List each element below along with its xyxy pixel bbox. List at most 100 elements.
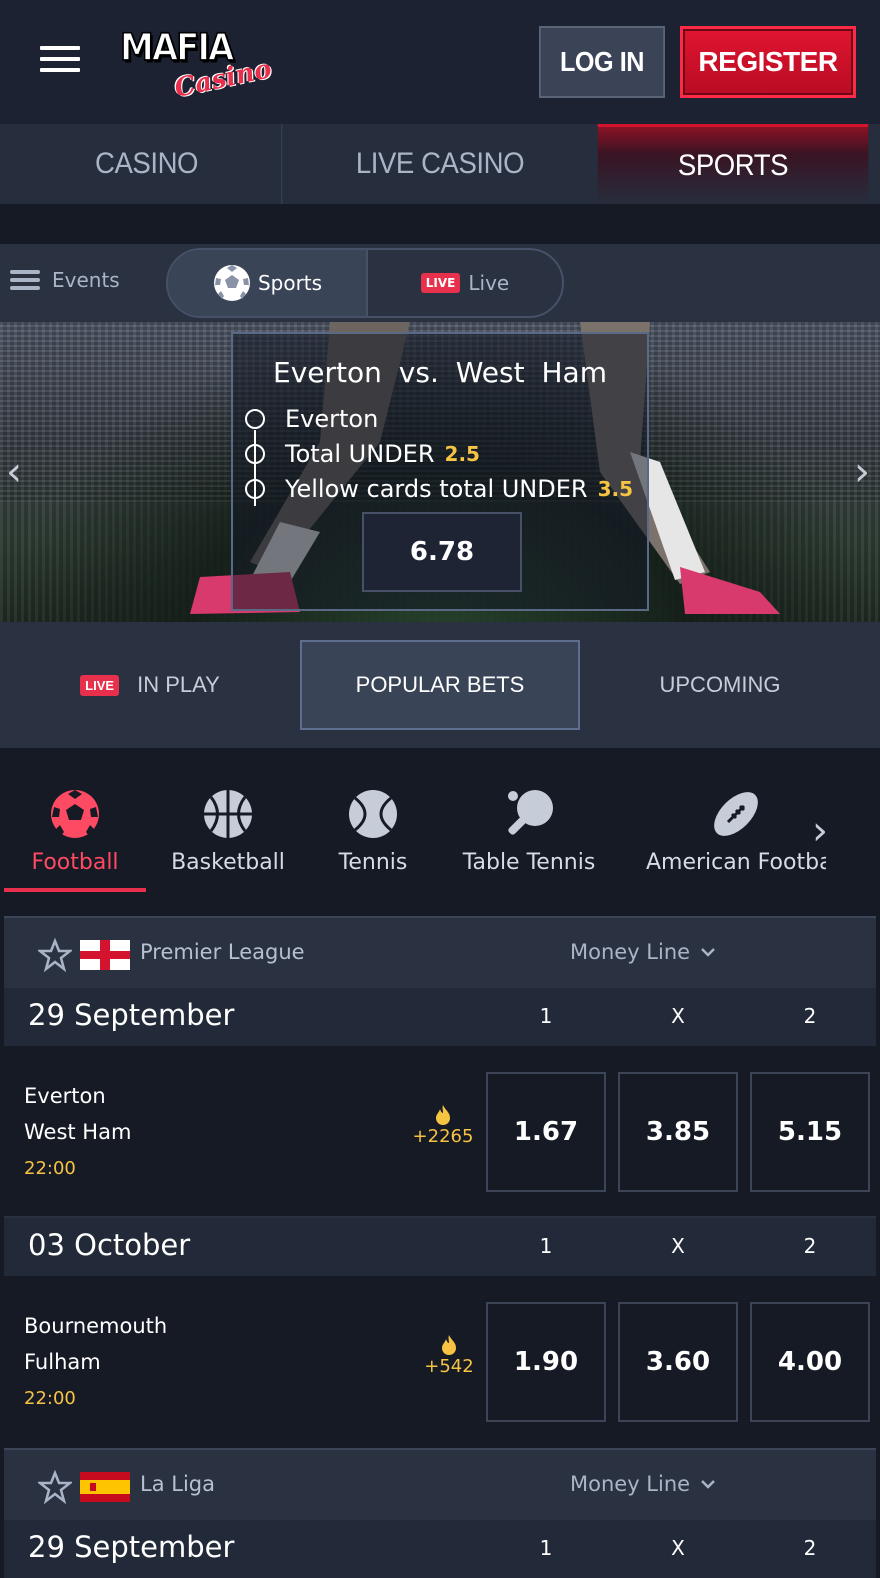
chevron-left-icon[interactable]: ‹	[6, 452, 22, 492]
star-icon[interactable]	[38, 1470, 72, 1504]
market-select[interactable]: Money Line	[570, 940, 716, 964]
sport-selector: Football Basketball Tennis Table Tennis …	[0, 748, 880, 916]
main-nav: CASINO LIVE CASINO SPORTS	[0, 124, 880, 204]
sport-american-football[interactable]: American Football	[646, 748, 826, 888]
in-play-label: IN PLAY	[137, 672, 220, 697]
bullet-icon	[245, 479, 265, 499]
sport-label: Tennis	[338, 850, 408, 875]
fire-icon	[442, 1335, 456, 1355]
sport-label: Basketball	[171, 850, 285, 875]
chevron-right-icon[interactable]: ›	[854, 452, 870, 492]
sport-football[interactable]: Football	[4, 748, 146, 892]
tab-sports[interactable]: SPORTS	[597, 124, 869, 204]
col-home: 1	[539, 1004, 553, 1028]
menu-icon[interactable]	[40, 46, 80, 78]
sport-table-tennis[interactable]: Table Tennis	[450, 748, 608, 888]
col-draw: X	[671, 1234, 685, 1258]
date-header: 29 September 1 X 2	[4, 988, 876, 1046]
selection-value: 2.5	[444, 442, 480, 466]
star-icon[interactable]	[38, 938, 72, 972]
market-select[interactable]: Money Line	[570, 1472, 716, 1496]
sports-live-toggle: Sports LIVE Live	[166, 248, 564, 318]
register-button[interactable]: REGISTER	[680, 26, 856, 98]
away-team: West Ham	[455, 356, 607, 389]
odds-home-button[interactable]: 1.67	[486, 1072, 606, 1192]
sport-label: Table Tennis	[462, 850, 596, 875]
login-button[interactable]: LOG IN	[539, 26, 665, 98]
match-date: 29 September	[28, 1530, 235, 1564]
date-header: 29 September 1 X 2	[4, 1520, 876, 1578]
league-name: Premier League	[140, 940, 305, 964]
selection-item: Yellow cards total UNDER 3.5	[245, 472, 645, 506]
selection-value: 3.5	[597, 477, 634, 501]
tennis-ball-icon	[349, 790, 397, 838]
market-label: Money Line	[570, 940, 691, 964]
sport-basketball[interactable]: Basketball	[160, 748, 296, 888]
tab-in-play[interactable]: LIVE IN PLAY	[0, 640, 300, 730]
tab-live-casino[interactable]: LIVE CASINO	[306, 124, 575, 204]
col-away: 2	[803, 1536, 817, 1560]
match-time: 22:00	[24, 1158, 76, 1179]
bet-count: +542	[414, 1334, 484, 1377]
chevron-down-icon	[701, 1480, 715, 1489]
bet-filter-tabs: LIVE IN PLAY POPULAR BETS UPCOMING	[0, 622, 880, 748]
selection-text: Total UNDER	[285, 440, 435, 468]
odds-home-button[interactable]: 1.90	[486, 1302, 606, 1422]
matchup-title: Everton vs. West Ham	[233, 356, 647, 389]
sport-tennis[interactable]: Tennis	[310, 748, 436, 888]
league-header: La Liga Money Line	[4, 1448, 876, 1520]
bullet-icon	[245, 409, 265, 429]
match-date: 29 September	[28, 998, 235, 1032]
match-row[interactable]: Bournemouth Fulham 22:00 +542 1.90 3.60 …	[4, 1276, 876, 1446]
bet-count-value: +2265	[412, 1126, 474, 1147]
match-row[interactable]: Everton West Ham 22:00 +2265 1.67 3.85 5…	[4, 1046, 876, 1216]
bet-count-value: +542	[424, 1356, 474, 1377]
chevron-down-icon	[701, 948, 715, 957]
home-team: Bournemouth	[24, 1314, 168, 1338]
events-button[interactable]: Events	[10, 266, 120, 294]
home-team: Everton	[24, 1084, 106, 1108]
basketball-icon	[204, 790, 252, 838]
odds-draw-button[interactable]: 3.85	[618, 1072, 738, 1192]
date-header: 03 October 1 X 2	[4, 1218, 876, 1276]
live-toggle[interactable]: LIVE Live	[368, 250, 562, 316]
vs-label: vs.	[398, 356, 439, 389]
featured-bet-card: Everton vs. West Ham Everton Total UNDER…	[231, 332, 649, 611]
sport-label: Football	[31, 850, 119, 875]
american-football-icon	[714, 792, 758, 836]
away-team: West Ham	[24, 1120, 132, 1144]
home-team: Everton	[273, 356, 382, 389]
match-date: 03 October	[28, 1228, 191, 1262]
england-flag-icon	[80, 940, 130, 970]
logo-text: MAFIA	[119, 25, 235, 71]
live-label: Live	[468, 271, 510, 295]
col-away: 2	[803, 1004, 817, 1028]
fire-icon	[436, 1105, 450, 1125]
tab-popular-bets[interactable]: POPULAR BETS	[300, 640, 580, 730]
match-time: 22:00	[24, 1388, 76, 1409]
col-draw: X	[671, 1004, 685, 1028]
live-badge: LIVE	[80, 674, 120, 696]
sports-subnav: Events Sports LIVE Live	[0, 244, 880, 322]
odds-draw-button[interactable]: 3.60	[618, 1302, 738, 1422]
chevron-right-icon[interactable]: ›	[812, 808, 828, 854]
away-team: Fulham	[24, 1350, 101, 1374]
league-header: Premier League Money Line	[4, 916, 876, 988]
col-away: 2	[803, 1234, 817, 1258]
odds-away-button[interactable]: 5.15	[750, 1072, 870, 1192]
selection-text: Everton	[285, 405, 379, 433]
events-label: Events	[52, 268, 120, 292]
tab-casino[interactable]: CASINO	[12, 124, 283, 204]
mafia-casino-logo[interactable]: MAFIA Casino	[118, 25, 288, 104]
combo-odds-button[interactable]: 6.78	[362, 512, 522, 592]
tab-upcoming[interactable]: UPCOMING	[580, 640, 860, 730]
odds-away-button[interactable]: 4.00	[750, 1302, 870, 1422]
list-icon	[10, 266, 40, 294]
header: MAFIA Casino LOG IN REGISTER	[0, 0, 880, 124]
selection-item: Everton	[245, 402, 645, 436]
col-draw: X	[671, 1536, 685, 1560]
selection-item: Total UNDER 2.5	[245, 437, 645, 471]
market-label: Money Line	[570, 1472, 691, 1496]
selection-text: Yellow cards total UNDER	[285, 475, 588, 503]
sports-toggle[interactable]: Sports	[168, 250, 368, 316]
